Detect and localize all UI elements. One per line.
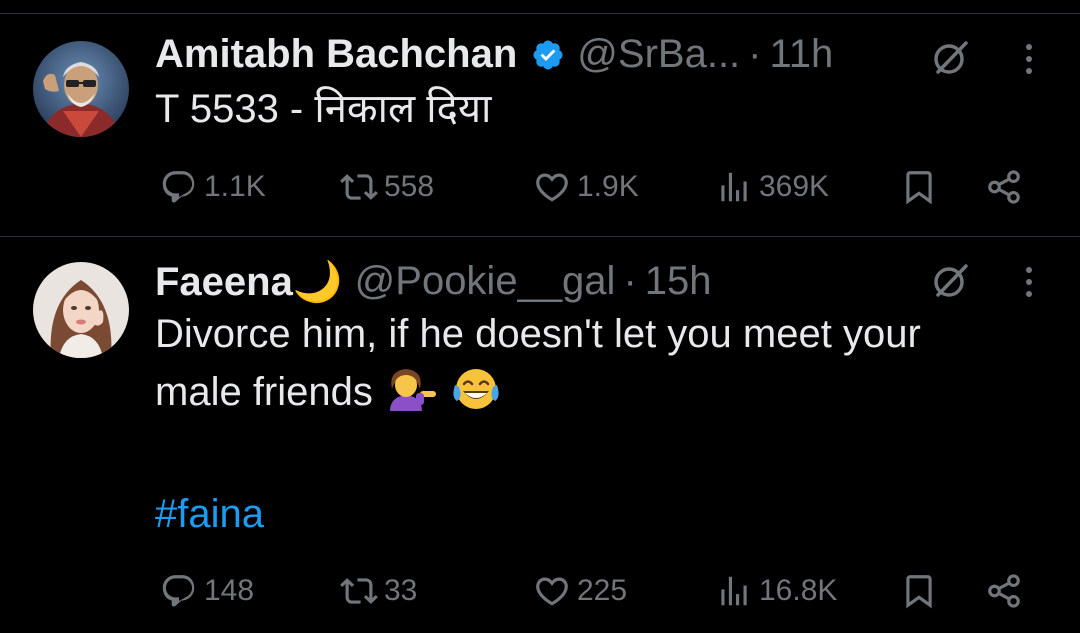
views-icon [721, 576, 747, 606]
woman-tipping-hand-emoji [384, 367, 440, 427]
reply-button[interactable]: 1.1K [160, 162, 266, 212]
bookmark-icon [906, 575, 932, 609]
reply-icon [162, 575, 195, 607]
separator: · [748, 31, 762, 76]
reply-icon [162, 171, 195, 203]
repost-button[interactable]: 33 [340, 566, 417, 616]
like-icon [536, 577, 568, 606]
timestamp[interactable]: 15h [645, 259, 712, 304]
verified-badge-icon [531, 37, 565, 71]
avatar[interactable] [33, 262, 129, 358]
views-button[interactable]: 369K [715, 162, 829, 212]
repost-icon [340, 174, 378, 200]
views-button[interactable]: 16.8K [715, 566, 837, 616]
bookmark-button[interactable] [900, 162, 938, 212]
like-button[interactable]: 1.9K [533, 162, 639, 212]
bookmark-icon [906, 171, 932, 205]
more-icon[interactable] [1024, 265, 1034, 299]
avatar[interactable] [33, 41, 129, 137]
like-icon [536, 173, 568, 202]
grok-icon[interactable] [930, 38, 970, 78]
hashtag-link[interactable]: #faina [155, 485, 1055, 543]
grok-icon[interactable] [930, 261, 970, 301]
reply-count: 148 [204, 574, 255, 607]
handle[interactable]: @SrBa... [577, 32, 740, 77]
like-button[interactable]: 225 [533, 566, 627, 616]
views-count: 16.8K [759, 574, 838, 607]
more-icon[interactable] [1024, 42, 1034, 76]
timestamp[interactable]: 11h [770, 32, 834, 77]
tweet-text: Divorce him, if he doesn't let you meet … [155, 305, 1055, 543]
display-name[interactable]: Faeena🌙 [155, 258, 343, 305]
bookmark-button[interactable] [900, 566, 938, 616]
separator: · [623, 258, 637, 303]
tweet-text-line: Divorce him, if he doesn't let you meet … [155, 312, 921, 356]
repost-icon [340, 578, 378, 604]
share-button[interactable] [985, 566, 1023, 616]
tweet-header: Amitabh Bachchan @SrBa... · 11h [155, 26, 833, 82]
tears-of-joy-emoji [451, 367, 501, 427]
tweet-header: Faeena🌙 @Pookie__gal · 15h [155, 253, 712, 309]
share-icon [988, 574, 1020, 608]
reply-count: 1.1K [204, 170, 266, 203]
tweet[interactable]: Faeena🌙 @Pookie__gal · 15h Divorce him, … [0, 237, 1080, 633]
like-count: 225 [577, 574, 628, 607]
reply-button[interactable]: 148 [160, 566, 254, 616]
tweet-text: T 5533 - निकाल दिया [155, 87, 492, 131]
repost-count: 33 [384, 574, 418, 607]
share-icon [988, 170, 1020, 204]
tweet[interactable]: Amitabh Bachchan @SrBa... · 11h T 5533 -… [0, 14, 1080, 236]
tweet-text-line: male friends [155, 363, 1055, 427]
repost-button[interactable]: 558 [340, 162, 434, 212]
views-count: 369K [759, 170, 830, 203]
tweet-text-line-content: male friends [155, 370, 373, 414]
repost-count: 558 [384, 170, 435, 203]
action-bar: 148 33 225 16.8K [0, 566, 1080, 616]
views-icon [721, 172, 747, 202]
action-bar: 1.1K 558 1.9K 369K [0, 162, 1080, 212]
share-button[interactable] [985, 162, 1023, 212]
like-count: 1.9K [577, 170, 639, 203]
handle[interactable]: @Pookie__gal [355, 259, 616, 304]
display-name[interactable]: Amitabh Bachchan [155, 32, 517, 77]
